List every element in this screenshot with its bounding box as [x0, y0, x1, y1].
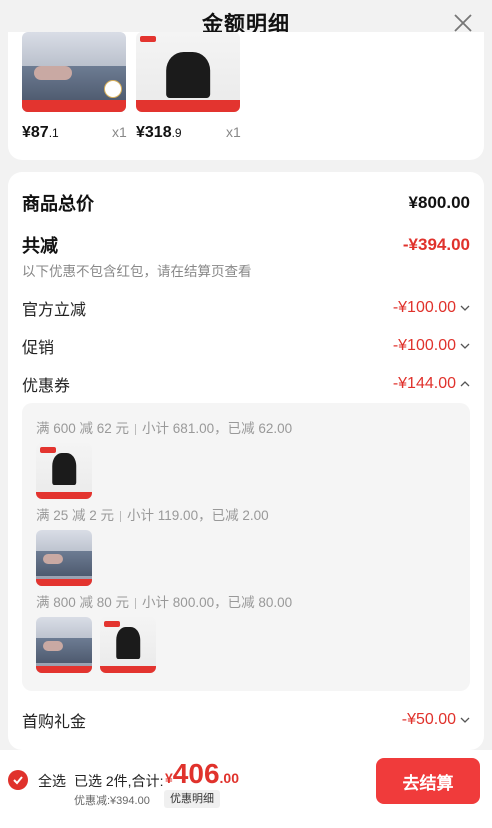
official-value: -¥100.00 — [392, 299, 456, 316]
coupon-breakdown: 满 600 减 62 元小计 681.00，已减 62.00 满 25 减 2 … — [22, 403, 470, 691]
checkout-button[interactable]: 去结算 — [376, 758, 480, 804]
first-purchase-row[interactable]: 首购礼金 -¥50.00 — [22, 708, 470, 732]
discount-note: 以下优惠不包含红包，请在结算页查看 — [22, 264, 252, 279]
coupon-product-bedding[interactable] — [36, 530, 92, 586]
chevron-down-icon — [460, 717, 470, 723]
coupon-product-jacket[interactable] — [100, 617, 156, 673]
item-qty: x1 — [226, 124, 241, 140]
items-card: ¥87.1 x1 ¥318.9 x1 — [8, 32, 484, 160]
coupon-product-jacket[interactable] — [36, 443, 92, 499]
discount-detail-button[interactable]: 优惠明细 — [164, 790, 220, 808]
total-row: 商品总价 ¥800.00 — [22, 190, 470, 216]
fiber-badge — [104, 80, 122, 98]
official-row[interactable]: 官方立减 -¥100.00 — [22, 296, 470, 320]
coupon-rule: 满 800 减 80 元小计 800.00，已减 80.00 — [36, 595, 293, 610]
reduce-label: 共减 — [22, 236, 58, 256]
total-price: ¥406.00 — [165, 758, 239, 789]
checkout-bar: 全选 已选 2件,合计: ¥406.00 优惠减:¥394.00 优惠明细 去结… — [0, 750, 492, 828]
reduce-row: 共减 -¥394.00 — [22, 232, 470, 258]
first-purchase-label: 首购礼金 — [22, 714, 87, 731]
chevron-up-icon — [460, 381, 470, 387]
product-image-bedding[interactable] — [22, 32, 126, 112]
coupon-rule: 满 25 减 2 元小计 119.00，已减 2.00 — [36, 508, 269, 523]
promo-label: 促销 — [22, 340, 55, 357]
coupon-label: 优惠券 — [22, 378, 71, 395]
item-price: ¥318.9 — [136, 124, 182, 141]
coupon-product-bedding[interactable] — [36, 617, 92, 673]
saved-amount: 优惠减:¥394.00 — [74, 795, 150, 807]
summary-card: 商品总价 ¥800.00 共减 -¥394.00 以下优惠不包含红包，请在结算页… — [8, 172, 484, 750]
coupon-row[interactable]: 优惠券 -¥144.00 — [22, 372, 470, 396]
select-all-label[interactable]: 全选 — [38, 771, 66, 791]
select-all-checkbox[interactable] — [8, 770, 28, 790]
close-icon — [454, 14, 472, 32]
total-value: ¥800.00 — [408, 193, 470, 212]
promo-row[interactable]: 促销 -¥100.00 — [22, 334, 470, 358]
selected-count: 已选 2件,合计: — [74, 773, 164, 789]
check-icon — [13, 776, 23, 785]
item-price: ¥87.1 — [22, 124, 59, 141]
official-label: 官方立减 — [22, 302, 87, 319]
reduce-value: -¥394.00 — [402, 235, 470, 254]
first-purchase-value: -¥50.00 — [401, 711, 456, 728]
product-image-jacket[interactable] — [136, 32, 240, 112]
promo-value: -¥100.00 — [392, 337, 456, 354]
chevron-down-icon — [460, 305, 470, 311]
coupon-value: -¥144.00 — [392, 375, 456, 392]
coupon-rule: 满 600 减 62 元小计 681.00，已减 62.00 — [36, 421, 293, 436]
total-label: 商品总价 — [22, 194, 94, 214]
item-qty: x1 — [112, 124, 127, 140]
chevron-down-icon — [460, 343, 470, 349]
